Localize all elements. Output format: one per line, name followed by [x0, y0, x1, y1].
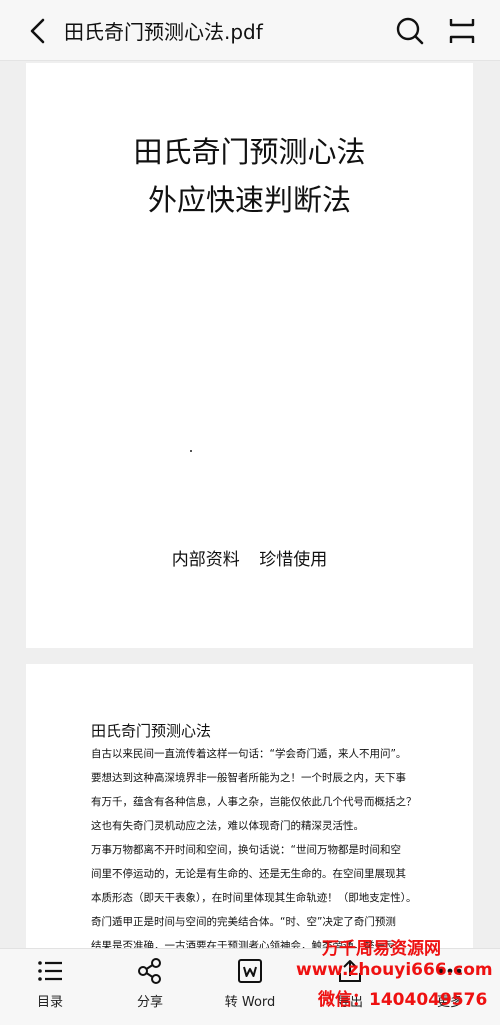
pdf-page-2[interactable]: 田氏奇门预测心法 自古以来民间一直流传着这样一句话：“学会奇门遁，来人不用问”。… — [26, 664, 473, 964]
list-icon — [38, 961, 62, 981]
top-bar: 田氏奇门预测心法.pdf — [0, 0, 500, 61]
cover-footer-text: 内部资料 珍惜使用 — [171, 550, 328, 570]
cover-title-line2: 外应快速判断法 — [147, 183, 351, 217]
search-icon[interactable] — [395, 16, 425, 46]
toc-button[interactable]: 目录 — [0, 949, 100, 1025]
fullscreen-icon[interactable] — [447, 16, 477, 46]
toc-label: 目录 — [36, 995, 63, 1010]
speck — [190, 450, 192, 452]
body-text-line: 要想达到这种高深境界非一般智者所能为之！一个时辰之内，天下事 — [91, 772, 406, 784]
body-text-line: 奇门遁甲正是时间与空间的完美结合体。“时、空”决定了奇门预测 — [91, 916, 396, 928]
body-text-line: 这也有失奇门灵机动应之法，难以体现奇门的精深灵活性。 — [91, 820, 364, 832]
page-heading: 田氏奇门预测心法 — [91, 722, 212, 740]
back-arrow-icon[interactable] — [26, 17, 52, 45]
body-text-line: 间里不停运动的，无论是有生命的、还是无生命的。在空间里展现其 — [91, 868, 406, 880]
word-doc-icon — [238, 959, 262, 983]
cover-title-line1: 田氏奇门预测心法 — [133, 135, 366, 169]
share-label: 分享 — [136, 995, 163, 1010]
share-icon — [138, 958, 161, 984]
pdf-page-cover[interactable]: 田氏奇门预测心法 外应快速判断法 内部资料 珍惜使用 — [26, 63, 473, 648]
share-button[interactable]: 分享 — [100, 949, 200, 1025]
watermark-line: 微信：1404049576 — [318, 990, 488, 1010]
document-title: 田氏奇门预测心法.pdf — [64, 20, 263, 44]
body-text-line: 万事万物都离不开时间和空间，换句话说：“世间万物都是时间和空 — [91, 844, 401, 856]
convert-word-button[interactable]: 转 Word — [200, 949, 300, 1025]
body-text-line: 有万千，蕴含有各种信息，人事之杂，岂能仅依此几个代号而概括之？ — [91, 796, 417, 808]
body-text-line: 本质形态（即天干表象），在时间里体现其生命轨迹！（即地支定性）。 — [91, 892, 417, 904]
watermark-line: 万千周易资源网 — [322, 939, 441, 959]
watermark-line: www.zhouyi666.com — [296, 960, 493, 980]
convert-word-label: 转 Word — [224, 995, 276, 1010]
body-text-line: 自古以来民间一直流传着这样一句话：“学会奇门遁，来人不用问”。 — [91, 748, 407, 760]
